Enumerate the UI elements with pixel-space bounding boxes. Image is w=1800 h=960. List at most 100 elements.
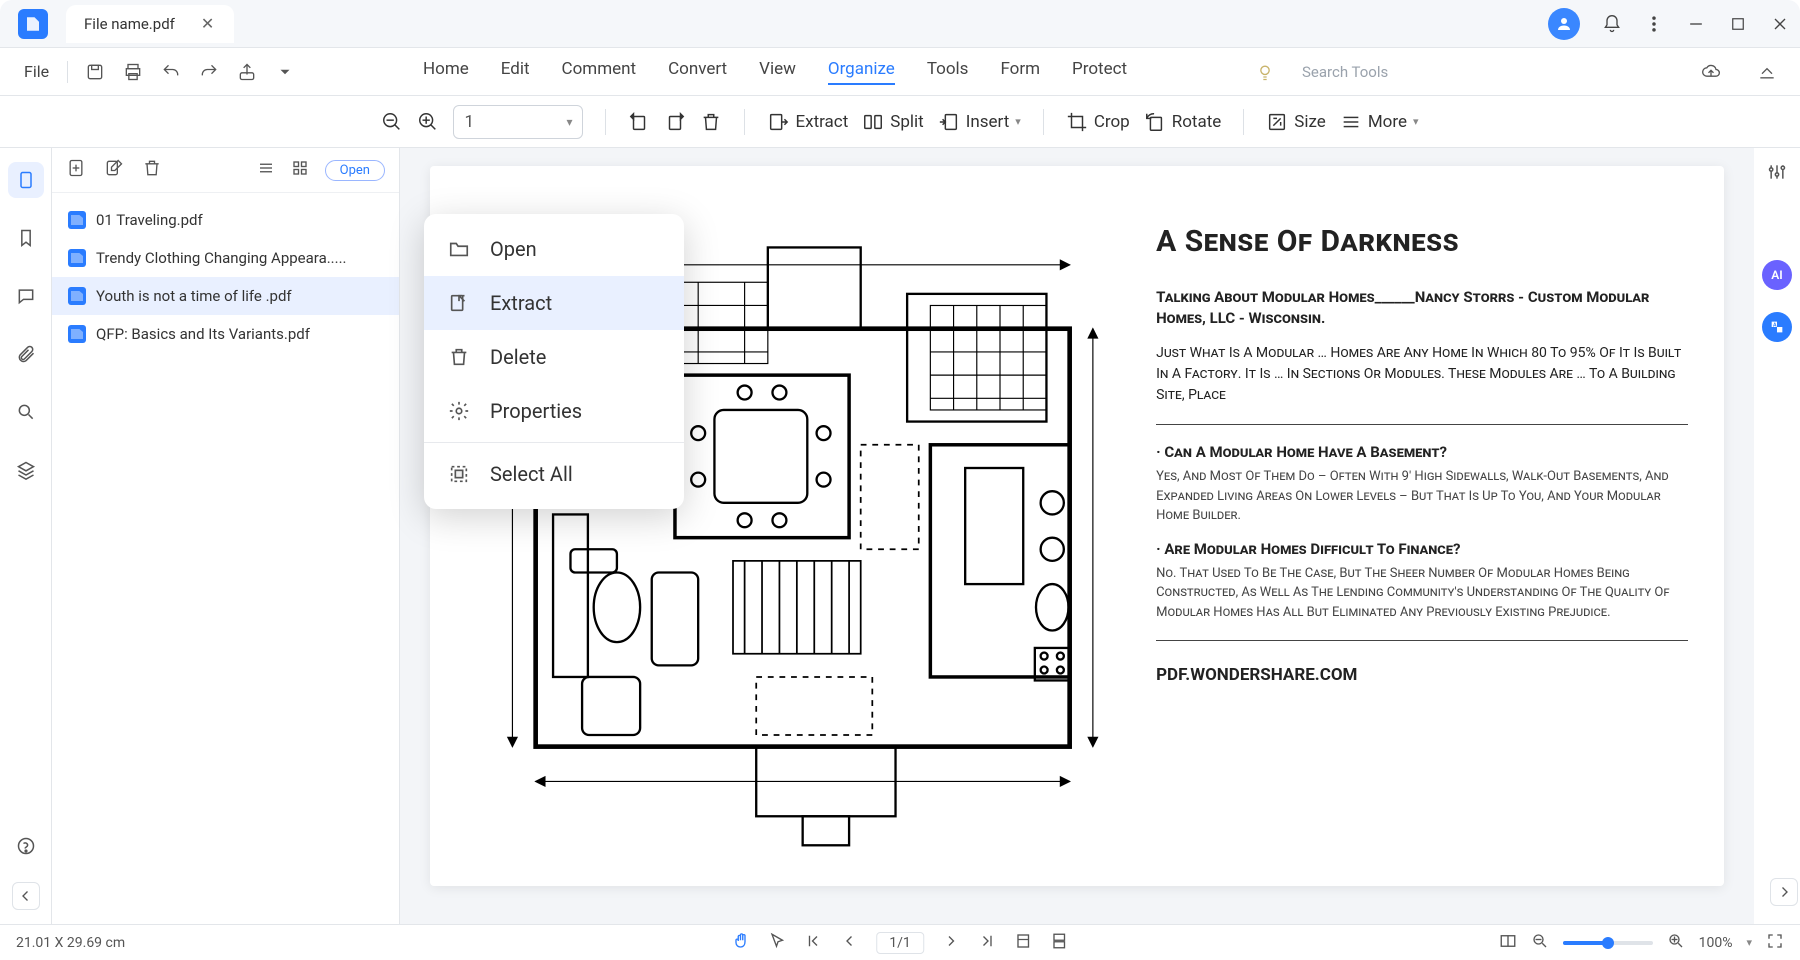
open-chip[interactable]: Open <box>325 160 385 181</box>
ctx-extract[interactable]: Extract <box>424 276 684 330</box>
prev-page-icon[interactable] <box>840 932 858 954</box>
save-icon[interactable] <box>84 61 106 83</box>
window-minimize-icon[interactable] <box>1686 14 1706 34</box>
sidebar-toolbar: Open <box>52 148 399 193</box>
document-tab[interactable]: File name.pdf ✕ <box>66 5 234 43</box>
more-button[interactable]: More ▾ <box>1340 111 1419 133</box>
share-icon[interactable] <box>236 61 258 83</box>
page-selector[interactable]: 1 ▾ <box>453 105 583 139</box>
ctx-select-all[interactable]: Select All <box>424 447 684 501</box>
tab-organize[interactable]: Organize <box>828 59 895 85</box>
lightbulb-icon[interactable] <box>1254 61 1276 83</box>
divider <box>1156 424 1688 425</box>
file-row[interactable]: Trendy Clothing Changing Appeara..... <box>52 239 399 277</box>
undo-icon[interactable] <box>160 61 182 83</box>
quick-access-dropdown-icon[interactable] <box>274 61 296 83</box>
right-icon-strip: AI A <box>1754 148 1800 924</box>
tab-tools[interactable]: Tools <box>927 59 969 85</box>
first-page-icon[interactable] <box>804 932 822 954</box>
tab-view[interactable]: View <box>759 59 796 85</box>
attachments-panel-icon[interactable] <box>8 336 44 372</box>
tab-form[interactable]: Form <box>1000 59 1040 85</box>
search-panel-icon[interactable] <box>8 394 44 430</box>
fit-width-icon[interactable] <box>1014 932 1032 954</box>
insert-icon <box>938 111 960 133</box>
zoom-value[interactable]: 100% <box>1699 935 1733 951</box>
rotate-button[interactable]: Rotate <box>1144 111 1222 133</box>
zoom-in-icon[interactable] <box>417 111 439 133</box>
notifications-icon[interactable] <box>1602 14 1622 34</box>
collapse-ribbon-icon[interactable] <box>1756 61 1778 83</box>
rotate-left-icon[interactable] <box>628 111 650 133</box>
tab-protect[interactable]: Protect <box>1072 59 1127 85</box>
zoom-slider[interactable] <box>1563 941 1653 945</box>
insert-button[interactable]: Insert ▾ <box>938 111 1021 133</box>
delete-page-icon[interactable] <box>700 111 722 133</box>
folder-icon <box>446 236 472 262</box>
rename-icon[interactable] <box>104 158 124 182</box>
tab-home[interactable]: Home <box>423 59 469 85</box>
ctx-properties[interactable]: Properties <box>424 384 684 438</box>
extract-button[interactable]: Extract <box>767 111 848 133</box>
ai-badge-icon[interactable]: AI <box>1762 260 1792 290</box>
window-maximize-icon[interactable] <box>1728 14 1748 34</box>
doc-a2: No. That Used To Be The Case, But The Sh… <box>1156 564 1688 623</box>
divider <box>424 442 684 443</box>
help-icon[interactable] <box>8 828 44 864</box>
pdf-file-icon <box>68 325 86 343</box>
translate-badge-icon[interactable]: A <box>1762 312 1792 342</box>
last-page-icon[interactable] <box>978 932 996 954</box>
rotate-right-icon[interactable] <box>664 111 686 133</box>
expand-canvas-icon[interactable] <box>1770 878 1798 906</box>
thumbnails-panel-icon[interactable] <box>8 162 44 198</box>
ctx-open[interactable]: Open <box>424 222 684 276</box>
fullscreen-icon[interactable] <box>1766 932 1784 954</box>
reading-mode-icon[interactable] <box>1499 932 1517 954</box>
hand-tool-icon[interactable] <box>732 932 750 954</box>
file-row[interactable]: QFP: Basics and Its Variants.pdf <box>52 315 399 353</box>
delete-file-icon[interactable] <box>142 158 162 182</box>
zoom-in-icon[interactable] <box>1667 932 1685 954</box>
ctx-properties-label: Properties <box>490 399 582 423</box>
comments-panel-icon[interactable] <box>8 278 44 314</box>
settings-sliders-icon[interactable] <box>1767 162 1787 186</box>
file-name: Youth is not a time of life .pdf <box>96 287 292 305</box>
kebab-menu-icon[interactable] <box>1644 14 1664 34</box>
tab-comment[interactable]: Comment <box>562 59 637 85</box>
menubar: File Home Edit Comment Convert View Orga… <box>0 48 1800 96</box>
size-button[interactable]: Size <box>1266 111 1326 133</box>
zoom-out-icon[interactable] <box>381 111 403 133</box>
file-row[interactable]: Youth is not a time of life .pdf <box>52 277 399 315</box>
scroll-mode-icon[interactable] <box>1050 932 1068 954</box>
user-avatar[interactable] <box>1548 8 1580 40</box>
cloud-upload-icon[interactable] <box>1700 61 1722 83</box>
list-view-icon[interactable] <box>257 159 275 181</box>
search-tools-input[interactable]: Search Tools <box>1302 63 1422 81</box>
extract-label: Extract <box>795 112 848 132</box>
pdf-file-icon <box>68 287 86 305</box>
add-file-icon[interactable] <box>66 158 86 182</box>
bookmarks-panel-icon[interactable] <box>8 220 44 256</box>
file-menu[interactable]: File <box>14 62 59 81</box>
collapse-strip-icon[interactable] <box>12 882 40 910</box>
layers-panel-icon[interactable] <box>8 452 44 488</box>
next-page-icon[interactable] <box>942 932 960 954</box>
grid-view-icon[interactable] <box>291 159 309 181</box>
tab-convert[interactable]: Convert <box>668 59 727 85</box>
select-tool-icon[interactable] <box>768 932 786 954</box>
tab-edit[interactable]: Edit <box>501 59 530 85</box>
redo-icon[interactable] <box>198 61 220 83</box>
crop-button[interactable]: Crop <box>1066 111 1130 133</box>
page-indicator[interactable]: 1/1 <box>876 932 924 954</box>
window-close-icon[interactable] <box>1770 14 1790 34</box>
print-icon[interactable] <box>122 61 144 83</box>
split-button[interactable]: Split <box>862 111 923 133</box>
divider <box>1043 109 1044 135</box>
zoom-out-icon[interactable] <box>1531 932 1549 954</box>
ctx-delete[interactable]: Delete <box>424 330 684 384</box>
page-selector-value: 1 <box>464 112 474 132</box>
chevron-down-icon: ▾ <box>566 115 572 129</box>
file-row[interactable]: 01 Traveling.pdf <box>52 201 399 239</box>
chevron-down-icon[interactable]: ▾ <box>1746 936 1752 949</box>
close-tab-icon[interactable]: ✕ <box>201 14 214 33</box>
